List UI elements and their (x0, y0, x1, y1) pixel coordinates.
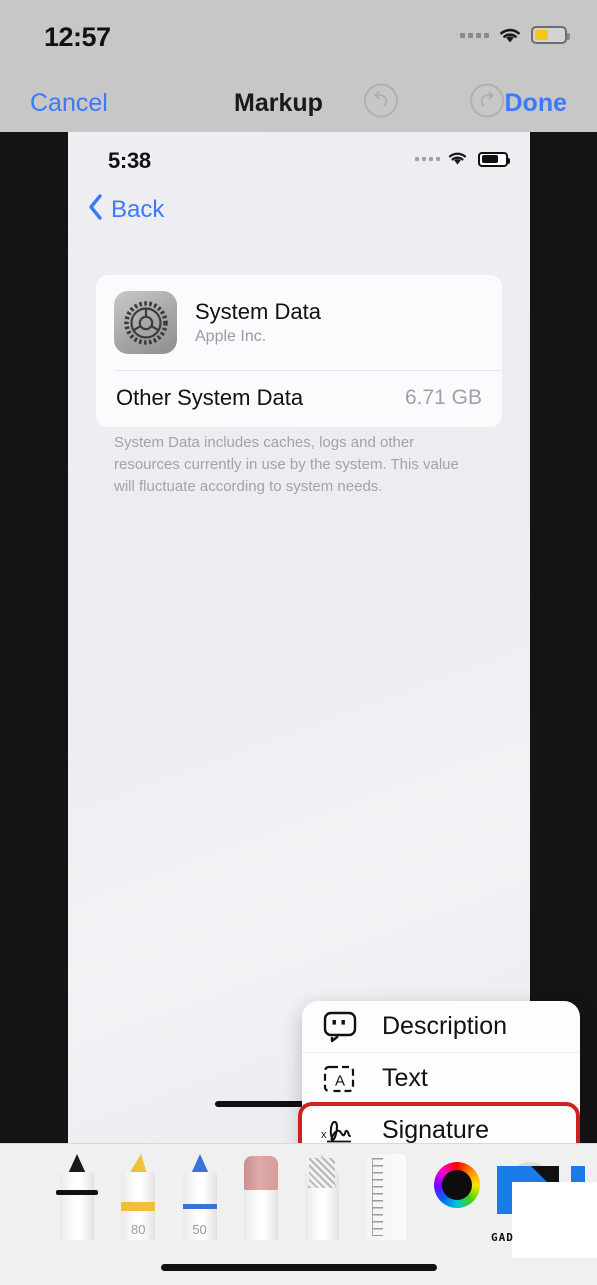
pen-tool-icon[interactable] (56, 1154, 98, 1240)
device-status-bar: 12:57 (0, 0, 597, 74)
footnote-text: System Data includes caches, logs and ot… (114, 434, 459, 495)
color-wheel-icon[interactable] (433, 1162, 480, 1208)
done-button[interactable]: Done (505, 89, 568, 118)
watermark-overlay (512, 1182, 597, 1258)
row-label: Other System Data (116, 385, 304, 410)
app-developer: Apple Inc. (195, 328, 267, 345)
markup-canvas[interactable]: 5:38 Back System Data Apple Inc. Other S… (0, 132, 597, 1143)
menu-item-description[interactable]: Description (302, 1001, 580, 1053)
screenshot-status-bar: 5:38 (68, 132, 530, 184)
chevron-left-icon (88, 194, 103, 225)
text-box-icon: A (320, 1065, 360, 1093)
settings-gear-icon (114, 291, 177, 354)
redo-icon[interactable] (468, 82, 506, 125)
screenshot-status-icons (415, 150, 510, 168)
signature-icon: x (320, 1116, 360, 1144)
tool-opacity-label: 80 (131, 1222, 146, 1237)
markup-editor-screen: 12:57 Cancel Markup Done 5:38 Back Syste… (0, 0, 597, 1285)
screenshot-image: 5:38 Back System Data Apple Inc. Other S… (68, 132, 530, 1143)
battery-icon (478, 151, 510, 167)
status-icons (460, 26, 570, 44)
ruler-tool-icon[interactable] (366, 1154, 407, 1240)
lasso-tool-icon[interactable] (305, 1154, 340, 1240)
cellular-dots-icon (415, 157, 440, 161)
watermark-text: GAD (491, 1231, 514, 1244)
eraser-tool-icon[interactable] (243, 1154, 278, 1240)
watermark-logo: GAD (485, 1152, 597, 1260)
other-system-data-row[interactable]: Other System Data 6.71 GB (96, 371, 502, 427)
app-header-row: System Data Apple Inc. (96, 275, 502, 370)
app-name: System Data (195, 299, 321, 324)
screenshot-clock: 5:38 (108, 148, 151, 173)
highlighter-tool-icon[interactable]: 80 (121, 1154, 156, 1240)
menu-item-signature[interactable]: x Signature (298, 1102, 580, 1144)
undo-icon[interactable] (362, 82, 400, 125)
wifi-icon (498, 26, 522, 44)
back-button-label: Back (111, 195, 165, 223)
row-value: 6.71 GB (404, 386, 482, 409)
svg-text:x: x (321, 1129, 327, 1141)
tool-opacity-label: 50 (192, 1222, 207, 1237)
menu-item-label: Text (382, 1064, 428, 1092)
home-indicator (160, 1264, 437, 1271)
back-button[interactable]: Back (88, 194, 164, 225)
menu-item-text[interactable]: A Text (302, 1053, 580, 1105)
svg-text:A: A (335, 1072, 345, 1089)
marker-tool-icon[interactable]: 50 (182, 1154, 217, 1240)
cellular-dots-icon (460, 32, 489, 38)
menu-item-label: Description (382, 1012, 508, 1040)
markup-toolbar: Cancel Markup Done (0, 74, 597, 132)
system-data-card: System Data Apple Inc. Other System Data… (96, 275, 502, 427)
status-clock: 12:57 (44, 22, 111, 52)
app-texts: System Data Apple Inc. (195, 299, 321, 346)
description-bubble-icon (320, 1011, 360, 1043)
menu-item-label: Signature (382, 1116, 490, 1143)
markup-add-menu[interactable]: Description A Text x Signature (298, 1001, 580, 1144)
wifi-icon (447, 150, 471, 168)
battery-low-power-icon (531, 26, 570, 44)
